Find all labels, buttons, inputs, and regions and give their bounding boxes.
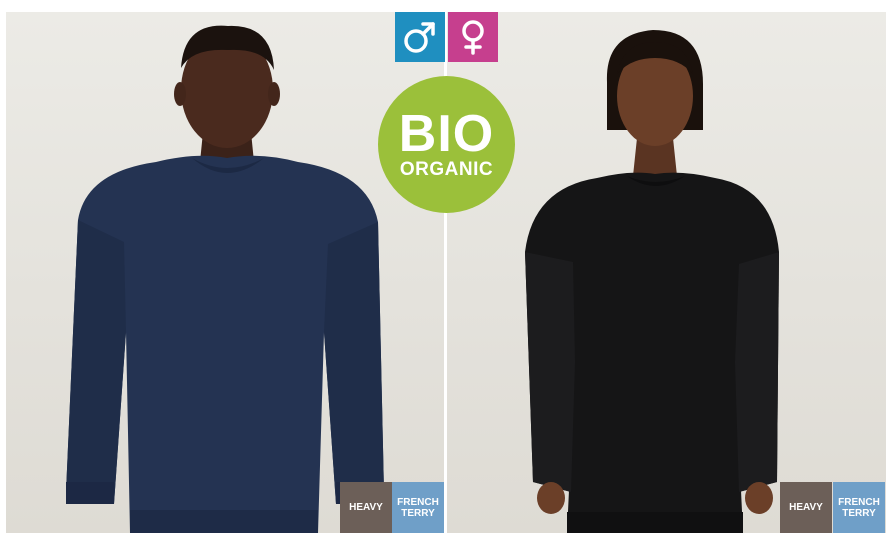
gender-icons — [395, 12, 498, 62]
left-tag-heavy: HEAVY — [340, 482, 392, 533]
male-symbol-icon — [404, 22, 435, 53]
right-tag-french-terry: FRENCH TERRY — [833, 482, 885, 533]
product-photo-male — [6, 12, 444, 533]
left-tag-french-terry: FRENCH TERRY — [392, 482, 444, 533]
badge-sub-text: ORGANIC — [399, 158, 494, 180]
badge-main-text: BIO — [398, 104, 495, 163]
male-symbol-box — [395, 12, 445, 62]
female-symbol-box — [448, 12, 498, 62]
product-photo-female — [447, 12, 886, 533]
male-model-illustration — [66, 25, 384, 533]
bio-organic-badge: BIO ORGANIC — [378, 76, 515, 213]
right-tag-heavy: HEAVY — [780, 482, 832, 533]
female-symbol-icon — [462, 20, 484, 55]
female-model-illustration — [525, 30, 779, 533]
